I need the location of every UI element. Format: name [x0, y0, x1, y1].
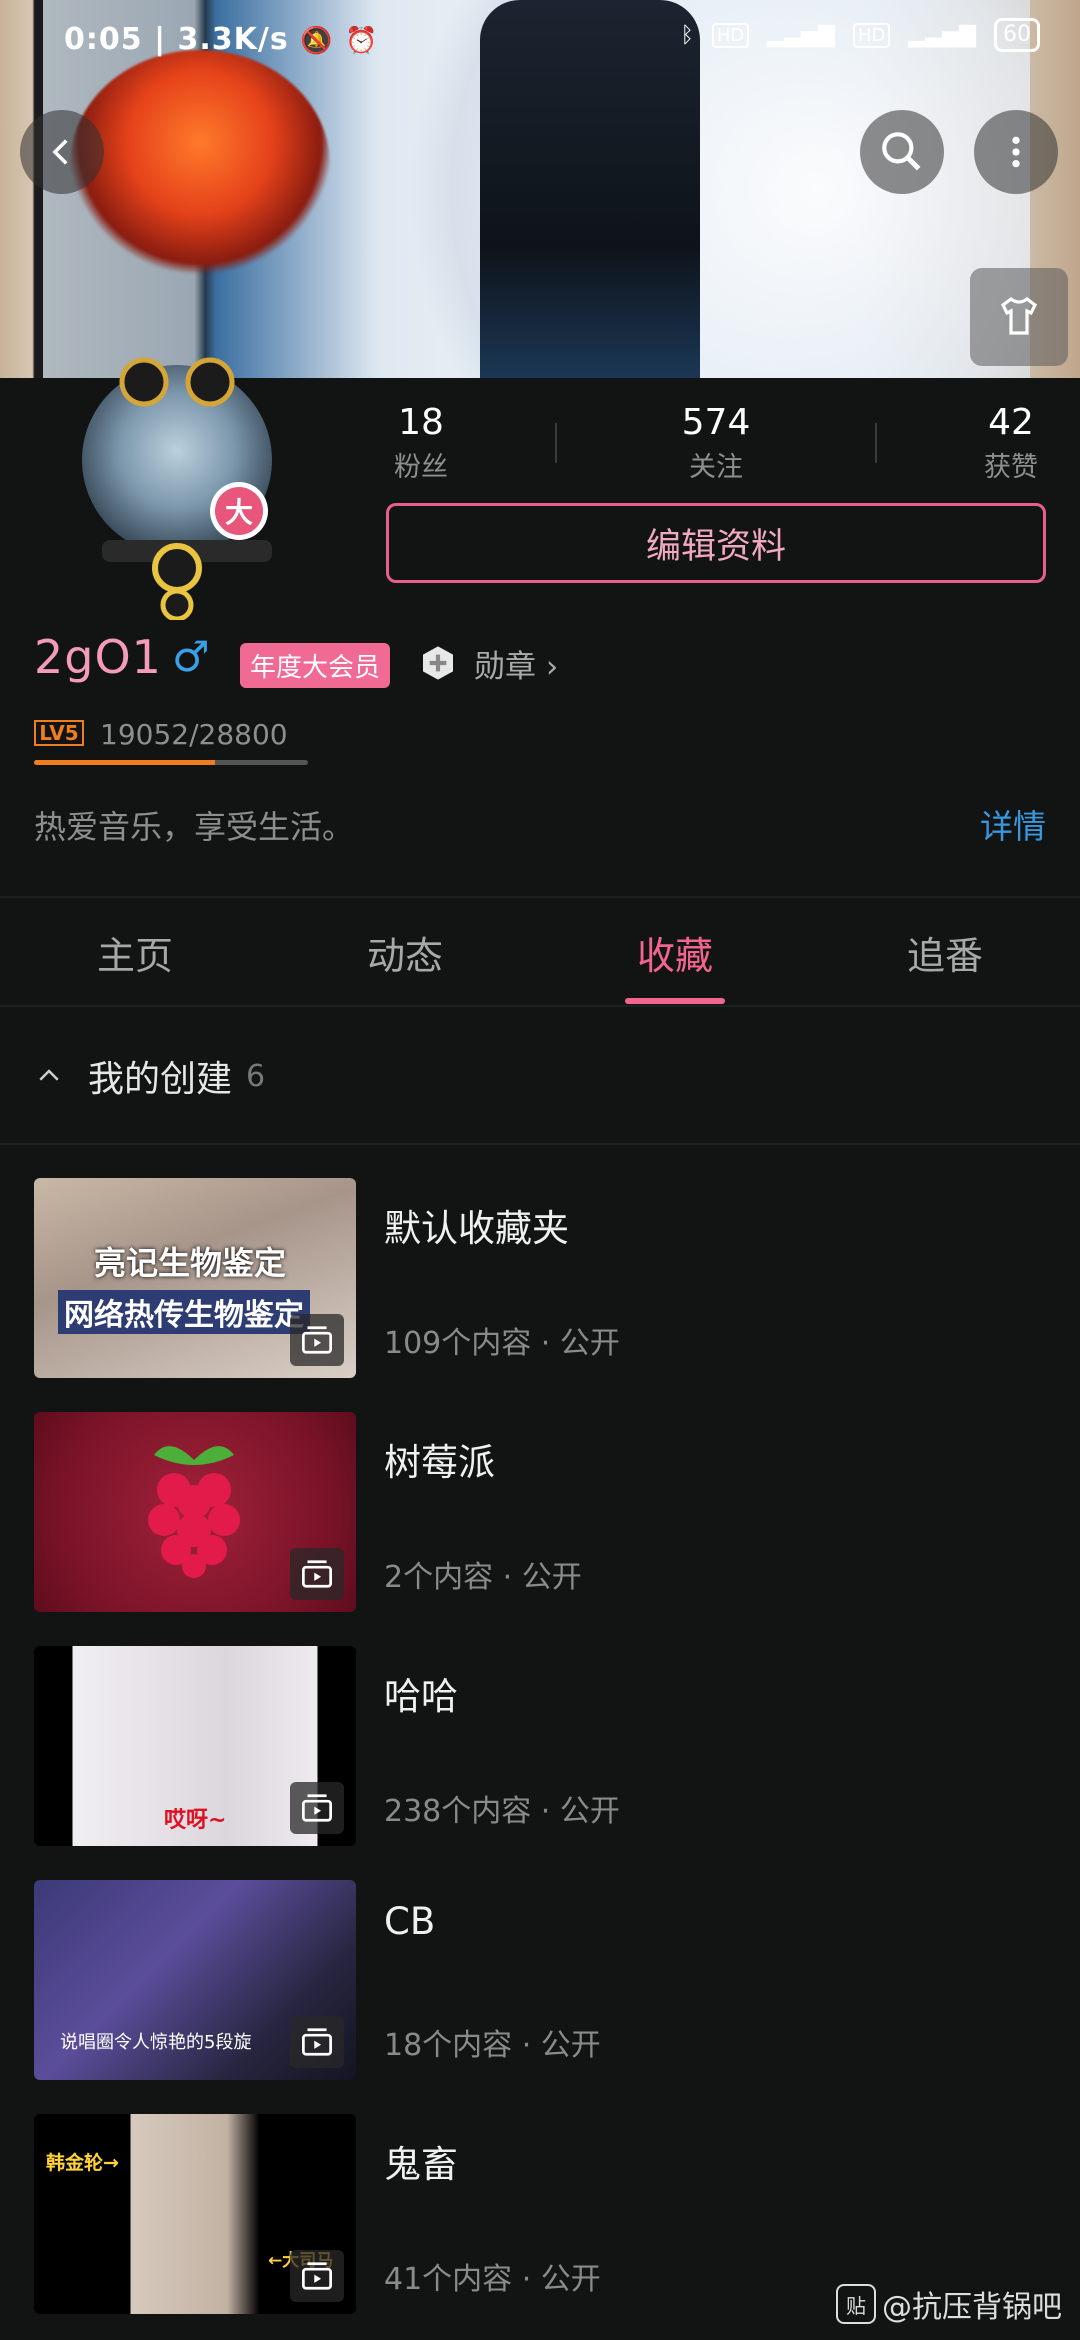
folder-title: 哈哈	[384, 1675, 458, 1718]
chevron-up-icon	[39, 1069, 59, 1081]
alarm-icon: ⏰	[344, 26, 379, 56]
profile-tabs: 主页 动态 收藏 追番	[0, 900, 1080, 1004]
watermark: 贴 @抗压背锅吧	[836, 2282, 1062, 2326]
status-bar-right: ᛒ HD ▂▃▅▇ HD ▂▃▅▇ 60	[681, 18, 1040, 52]
tieba-icon: 贴	[836, 2284, 876, 2324]
thumb-caption: 亮记生物鉴定	[94, 1244, 287, 1282]
bio-text: 热爱音乐，享受生活。	[34, 808, 355, 846]
tab-bangumi[interactable]: 追番	[810, 900, 1080, 1004]
status-bar-left: 0:05 | 3.3K/s 🔕 ⏰	[64, 22, 379, 57]
divider	[0, 896, 1080, 898]
folder-meta: 18个内容 · 公开	[384, 2028, 601, 2063]
video-icon	[290, 1782, 344, 1834]
avatar-badge: 大	[210, 482, 268, 540]
back-arrow-icon	[52, 139, 68, 165]
tab-home[interactable]: 主页	[0, 900, 270, 1004]
thumb-caption: 哎呀~	[164, 1808, 227, 1833]
folder-thumbnail: 哎呀~	[34, 1646, 356, 1846]
search-button[interactable]	[860, 110, 944, 194]
status-time: 0:05	[64, 22, 143, 57]
folder-title: CB	[384, 1900, 436, 1943]
section-title: 我的创建	[88, 1059, 233, 1100]
details-link[interactable]: 详情	[980, 800, 1046, 848]
list-item[interactable]: 哎呀~ 哈哈 238个内容 · 公开	[34, 1646, 1046, 1846]
male-icon: ♂	[172, 632, 210, 681]
divider	[0, 1143, 1080, 1145]
edit-profile-button[interactable]: 编辑资料	[386, 503, 1046, 583]
signal-icon-2: ▂▃▅▇	[908, 22, 976, 48]
stats-row: 18 粉丝 574 关注 42 获赞	[386, 402, 1046, 484]
watermark-text: @抗压背锅吧	[882, 2290, 1062, 2325]
status-speed: 3.3K/s	[177, 22, 289, 57]
stat-likes[interactable]: 42 获赞	[976, 402, 1046, 484]
username: 2gO1	[34, 630, 162, 684]
folder-title: 鬼畜	[384, 2143, 458, 2186]
mute-icon: 🔕	[300, 26, 334, 56]
shirt-icon	[1000, 297, 1038, 335]
list-item[interactable]: 亮记生物鉴定 网络热传生物鉴定 默认收藏夹 109个内容 · 公开	[34, 1178, 1046, 1378]
banner-explosion	[70, 50, 330, 280]
folder-thumbnail: 韩金轮→ ←大司马	[34, 2114, 356, 2314]
exp-progress-fill	[34, 760, 215, 765]
tab-activity[interactable]: 动态	[270, 900, 540, 1004]
banner-person	[480, 0, 700, 378]
list-item[interactable]: 说唱圈令人惊艳的5段旋 CB 18个内容 · 公开	[34, 1880, 1046, 2080]
folder-thumbnail: 亮记生物鉴定 网络热传生物鉴定	[34, 1178, 356, 1378]
section-count: 6	[246, 1058, 266, 1094]
medal-link[interactable]: 勋章 ›	[474, 641, 558, 686]
video-icon	[290, 2250, 344, 2302]
more-button[interactable]	[974, 110, 1058, 194]
vip-badge[interactable]: 年度大会员	[240, 643, 391, 688]
hd-icon-2: HD	[852, 22, 891, 48]
section-header-my-created[interactable]: 我的创建 6	[34, 1050, 265, 1102]
folder-meta: 109个内容 · 公开	[384, 1326, 620, 1361]
more-vertical-icon	[1012, 136, 1020, 168]
video-icon	[290, 2016, 344, 2068]
back-button[interactable]	[20, 110, 104, 194]
signal-icon: ▂▃▅▇	[767, 22, 835, 48]
level-badge: LV5	[34, 720, 84, 746]
medal-icon	[423, 646, 453, 680]
folder-meta: 2个内容 · 公开	[384, 1560, 582, 1595]
divider	[0, 1005, 1080, 1007]
folder-thumbnail: 说唱圈令人惊艳的5段旋	[34, 1880, 356, 2080]
stats-divider	[875, 423, 877, 463]
thumb-caption: 韩金轮→	[46, 2152, 119, 2174]
bluetooth-icon: ᛒ	[680, 22, 694, 48]
hd-icon: HD	[711, 22, 750, 48]
folder-title: 树莓派	[384, 1441, 495, 1484]
tab-favorites[interactable]: 收藏	[540, 900, 810, 1004]
search-icon	[882, 132, 921, 171]
battery-icon: 60	[994, 18, 1040, 52]
video-icon	[290, 1548, 344, 1600]
raspberry-icon	[148, 1446, 240, 1578]
stats-divider	[555, 423, 557, 463]
stat-following[interactable]: 574 关注	[656, 402, 776, 484]
stat-followers[interactable]: 18 粉丝	[386, 402, 456, 484]
video-icon	[290, 1314, 344, 1366]
folder-title: 默认收藏夹	[384, 1207, 569, 1250]
folder-meta: 238个内容 · 公开	[384, 1794, 620, 1829]
dress-up-button[interactable]	[970, 268, 1068, 366]
avatar[interactable]: 大	[62, 330, 312, 620]
thumb-caption: 说唱圈令人惊艳的5段旋	[60, 2032, 252, 2053]
thumb-caption: 网络热传生物鉴定	[58, 1290, 310, 1334]
exp-text: 19052/28800	[100, 718, 288, 751]
folder-meta: 41个内容 · 公开	[384, 2262, 601, 2297]
list-item[interactable]: 树莓派 2个内容 · 公开	[34, 1412, 1046, 1612]
folder-thumbnail	[34, 1412, 356, 1612]
avatar-pendant	[102, 357, 272, 620]
exp-progress-bar	[34, 760, 308, 765]
